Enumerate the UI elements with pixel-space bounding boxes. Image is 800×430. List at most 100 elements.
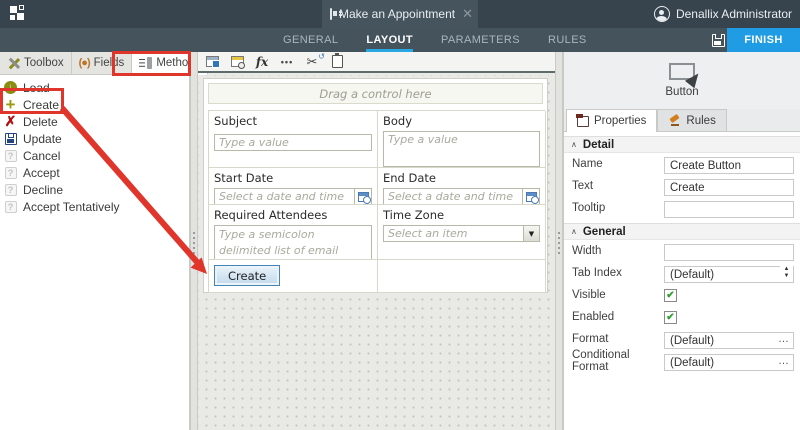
start-date-input[interactable] [214,188,354,205]
save-icon [712,34,725,47]
method-item-accept-tentatively[interactable]: ? Accept Tentatively [0,198,189,215]
properties-tabs: Properties Rules [564,109,800,132]
function-icon[interactable]: fx [254,55,270,69]
name-field[interactable] [664,157,794,174]
section-detail-title: Detail [583,139,614,151]
end-date-input[interactable] [383,188,522,205]
methods-icon [139,57,152,69]
tooltip-field[interactable] [664,201,794,218]
cell-subject[interactable]: Subject [209,111,378,168]
method-item-delete[interactable]: ✗ Delete [0,113,189,130]
sidebar-tabs: Toolbox (●) Fields Methods [0,52,189,75]
designer-navbar: GENERAL LAYOUT PARAMETERS RULES FINISH [0,28,800,52]
document-tab[interactable]: Make an Appointment ✕ [322,0,478,28]
question-icon: ? [5,167,17,179]
document-tab-title: Make an Appointment [339,7,455,21]
paste-icon[interactable] [329,55,345,69]
close-tab-icon[interactable]: ✕ [462,6,473,22]
start-date-label: Start Date [214,171,372,185]
timezone-input[interactable] [383,225,523,242]
left-splitter[interactable] [190,52,198,430]
user-name: Denallix Administrator [676,7,792,21]
method-item-label: Decline [23,183,63,197]
tab-rules-label: Rules [686,115,715,127]
sidebar-tab-fields[interactable]: (●) Fields [72,52,133,74]
method-item-load[interactable]: ↓ Load [0,79,189,96]
prop-row-visible: Visible ✔ [564,284,800,306]
question-icon: ? [5,201,17,213]
cell-timezone[interactable]: Time Zone ▼ [378,205,546,260]
create-button-control[interactable]: Create [214,265,280,286]
subject-input[interactable] [214,134,372,151]
load-icon: ↓ [4,81,17,94]
method-item-label: Create [23,98,59,112]
tab-parameters[interactable]: PARAMETERS [441,28,520,52]
calendar-icon [358,192,369,202]
properties-icon [577,116,589,127]
tab-index-label: Tab Index [572,267,664,279]
spin-down-icon[interactable]: ▼ [784,273,790,280]
cell-start-date[interactable]: Start Date [209,168,378,205]
format-field[interactable] [664,332,794,349]
tab-index-stepper[interactable]: ▲ ▼ [780,266,793,281]
method-item-label: Update [23,132,62,146]
text-field[interactable] [664,179,794,196]
attendees-input[interactable] [214,225,372,260]
question-icon: ? [5,184,17,196]
enabled-checkbox[interactable]: ✔ [664,311,677,324]
section-general[interactable]: ∧ General [564,223,800,240]
drop-zone[interactable]: Drag a control here [208,83,543,104]
format-label: Format [572,333,664,345]
sidebar-tab-fields-label: Fields [94,57,125,69]
cell-empty[interactable] [378,260,546,293]
view-settings-icon[interactable] [229,55,245,69]
tab-control-rules[interactable]: Rules [657,109,726,131]
timezone-dropdown-button[interactable]: ▼ [523,225,540,242]
section-detail[interactable]: ∧ Detail [564,136,800,153]
chevron-down-icon: ▼ [529,230,534,238]
tab-properties-label: Properties [594,115,646,127]
end-date-picker-button[interactable] [522,188,540,205]
calendar-icon [526,192,537,202]
method-item-update[interactable]: Update [0,130,189,147]
properties-body: ∧ Detail Name Text Tooltip ∧ General Wid… [564,136,800,372]
conditional-format-ellipsis-button[interactable]: … [778,354,790,369]
tab-general[interactable]: GENERAL [283,28,338,52]
method-item-cancel[interactable]: ? Cancel [0,147,189,164]
method-item-label: Accept [23,166,60,180]
cell-end-date[interactable]: End Date [378,168,546,205]
save-button[interactable] [708,31,728,49]
method-item-label: Delete [23,115,58,129]
layout-table: Subject Body Start Date [208,110,545,293]
designer-nav-tabs: GENERAL LAYOUT PARAMETERS RULES [283,28,587,52]
spin-up-icon[interactable]: ▲ [784,266,790,273]
cell-attendees[interactable]: Required Attendees [209,205,378,260]
canvas-grid-area[interactable]: Drag a control here Subject Body Start D… [198,75,555,430]
visible-checkbox[interactable]: ✔ [664,289,677,302]
edit-view-icon[interactable] [204,55,220,69]
method-item-accept[interactable]: ? Accept [0,164,189,181]
tooltip-label: Tooltip [572,202,664,214]
tab-rules[interactable]: RULES [548,28,587,52]
cell-body[interactable]: Body [378,111,546,168]
start-date-picker-button[interactable] [354,188,372,205]
prop-row-text: Text [564,175,800,197]
collapse-caret-icon: ∧ [571,227,577,236]
right-splitter[interactable] [555,52,563,430]
method-item-create[interactable]: + Create [0,96,189,113]
cut-refresh-icon[interactable]: ✂↺ [304,55,320,69]
k2-logo-icon [10,5,26,21]
tab-layout[interactable]: LAYOUT [366,28,413,52]
more-options-icon[interactable]: ••• [279,55,295,69]
user-menu[interactable]: Denallix Administrator [654,0,792,28]
format-ellipsis-button[interactable]: … [778,332,790,347]
method-item-decline[interactable]: ? Decline [0,181,189,198]
tab-properties[interactable]: Properties [566,109,657,132]
sidebar-tab-toolbox[interactable]: Toolbox [0,52,72,74]
width-field[interactable] [664,244,794,261]
enabled-label: Enabled [572,311,664,323]
tab-index-field[interactable] [664,266,794,283]
conditional-format-field[interactable] [664,354,794,371]
finish-button[interactable]: FINISH [727,28,800,52]
body-input[interactable] [383,131,540,167]
